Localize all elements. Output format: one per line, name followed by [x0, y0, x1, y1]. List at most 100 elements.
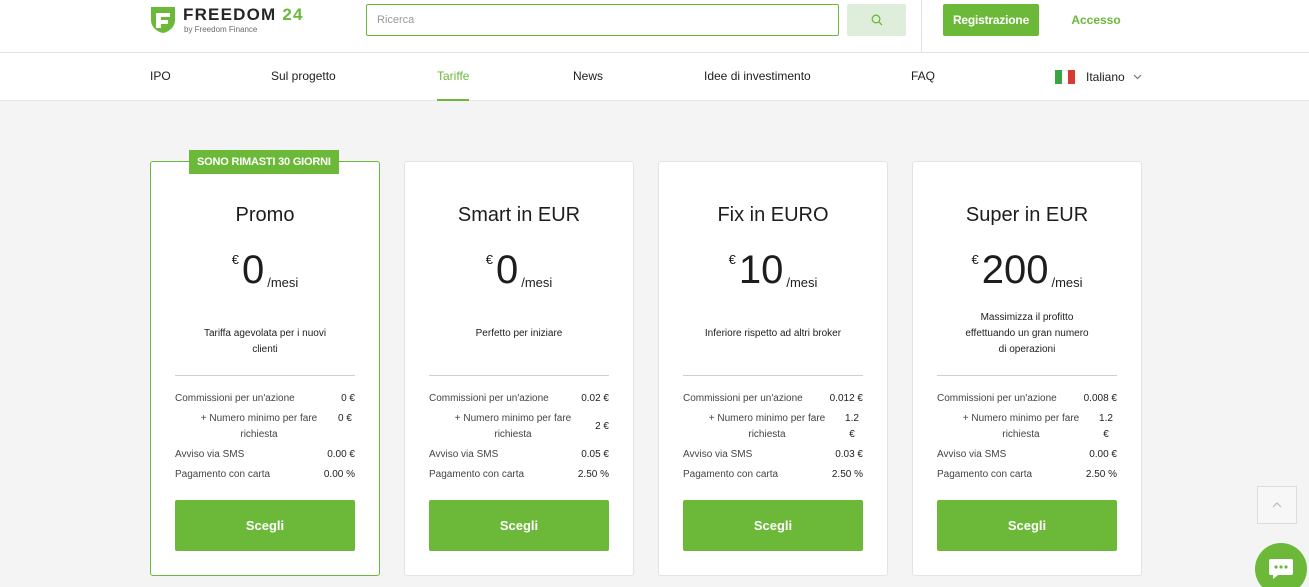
search-input[interactable]	[366, 4, 839, 36]
price-currency: €	[231, 252, 239, 267]
fee-label: + Numero minimo per fare richiesta	[708, 413, 826, 440]
divider	[683, 375, 863, 376]
nav-item-tariffe[interactable]: Tariffe	[437, 53, 470, 101]
price-period: /mesi	[1051, 275, 1083, 290]
plan-fees: Commissioni per un'azione 0.008 € + Numer…	[937, 391, 1117, 487]
plan-card-smart: Smart in EUR € 0 /mesi Perfetto per iniz…	[404, 161, 634, 576]
price-period: /mesi	[267, 275, 299, 290]
promo-badge: SONO RIMASTI 30 GIORNI	[189, 150, 339, 174]
fee-value: 0.05 €	[581, 449, 609, 460]
fee-row: Pagamento con carta 2.50 %	[429, 467, 609, 483]
plan-description: Inferiore rispetto ad altri broker	[704, 328, 842, 339]
scroll-to-top-button[interactable]	[1257, 486, 1297, 524]
fee-value: 0 €	[341, 393, 355, 404]
fee-row: Avviso via SMS 0.00 €	[937, 447, 1117, 463]
divider	[937, 375, 1117, 376]
fee-row: + Numero minimo per fare richiesta 1.2 €	[937, 411, 1117, 443]
language-selector[interactable]: Italiano	[1055, 53, 1142, 101]
price-period: /mesi	[786, 275, 818, 290]
fee-row: + Numero minimo per fare richiesta 2 €	[429, 411, 609, 443]
fee-value: 0.03 €	[835, 449, 863, 460]
fee-label: Pagamento con carta	[429, 469, 525, 480]
fee-row: Commissioni per un'azione 0.02 €	[429, 391, 609, 407]
fee-label: Avviso via SMS	[937, 449, 1007, 460]
nav-item-news[interactable]: News	[573, 53, 603, 101]
nav-item-faq[interactable]: FAQ	[911, 53, 935, 101]
divider	[175, 375, 355, 376]
language-label: Italiano	[1086, 70, 1125, 84]
search-button[interactable]	[847, 4, 906, 36]
fee-row: + Numero minimo per fare richiesta 0 €	[175, 411, 355, 443]
fee-row: + Numero minimo per fare richiesta 1.2 €	[683, 411, 863, 443]
choose-plan-button[interactable]: Scegli	[175, 500, 355, 551]
fee-row: Commissioni per un'azione 0 €	[175, 391, 355, 407]
brand-logo[interactable]: FREEDOM 24 by Freedom Finance	[150, 5, 320, 37]
plan-title: Smart in EUR	[457, 204, 581, 226]
plan-fees: Commissioni per un'azione 0.02 € + Numero…	[429, 391, 609, 487]
fee-row: Pagamento con carta 2.50 %	[683, 467, 863, 483]
register-button[interactable]: Registrazione	[943, 4, 1039, 36]
plan-fees: Commissioni per un'azione 0.012 € + Numer…	[683, 391, 863, 487]
fee-label: Pagamento con carta	[683, 469, 779, 480]
fee-value: 0.008 €	[1083, 393, 1117, 404]
login-link[interactable]: Accesso	[1062, 4, 1130, 36]
price-currency: €	[485, 252, 493, 267]
plan-description: Massimizza il profitto effettuando un gr…	[965, 312, 1089, 355]
fee-label: Commissioni per un'azione	[937, 393, 1057, 404]
plan-fees: Commissioni per un'azione 0 € + Numero mi…	[175, 391, 355, 487]
search-icon	[871, 14, 882, 26]
plan-price: € 0 /mesi	[405, 248, 633, 296]
plan-card-fix: Fix in EURO € 10 /mesi Inferiore rispett…	[658, 161, 888, 576]
price-currency: €	[728, 252, 736, 267]
nav-item-ipo[interactable]: IPO	[150, 53, 171, 101]
plan-title: Super in EUR	[965, 204, 1089, 226]
fee-value: 0.02 €	[581, 393, 609, 404]
fee-row: Avviso via SMS 0.03 €	[683, 447, 863, 463]
fee-row: Avviso via SMS 0.05 €	[429, 447, 609, 463]
main-nav: IPO Sul progetto Tariffe News Idee di in…	[0, 53, 1309, 101]
fee-label: Pagamento con carta	[175, 469, 271, 480]
fee-value: 1.2 €	[1099, 413, 1113, 440]
price-amount: 200	[981, 248, 1049, 292]
chat-bubble-icon	[1269, 559, 1293, 579]
plan-title: Fix in EURO	[717, 204, 829, 226]
choose-plan-button[interactable]: Scegli	[683, 500, 863, 551]
fee-value: 2.50 %	[831, 469, 863, 480]
fee-label: Avviso via SMS	[429, 449, 499, 460]
price-amount: 0	[495, 248, 519, 292]
price-period: /mesi	[521, 275, 553, 290]
chat-button[interactable]	[1255, 543, 1307, 587]
fee-label: + Numero minimo per fare richiesta	[454, 413, 572, 440]
top-header: FREEDOM 24 by Freedom Finance Registrazi…	[0, 0, 1309, 53]
fee-label: Avviso via SMS	[683, 449, 753, 460]
fee-value: 1.2 €	[845, 413, 859, 440]
fee-row: Commissioni per un'azione 0.012 €	[683, 391, 863, 407]
nav-item-sul-progetto[interactable]: Sul progetto	[271, 53, 336, 101]
fee-value: 0 €	[338, 413, 352, 424]
fee-value: 0.012 €	[829, 393, 863, 404]
italy-flag-icon	[1055, 70, 1076, 84]
fee-row: Pagamento con carta 2.50 %	[937, 467, 1117, 483]
fee-value: 2 €	[595, 421, 609, 432]
price-amount: 0	[241, 248, 265, 292]
fee-value: 0.00 %	[323, 469, 355, 480]
price-amount: 10	[738, 248, 784, 292]
fee-value: 0.00 €	[1089, 449, 1117, 460]
choose-plan-button[interactable]: Scegli	[429, 500, 609, 551]
fee-row: Pagamento con carta 0.00 %	[175, 467, 355, 483]
header-divider	[921, 0, 922, 53]
fee-label: Avviso via SMS	[175, 449, 245, 460]
fee-value: 0.00 €	[327, 449, 355, 460]
fee-label: + Numero minimo per fare richiesta	[200, 413, 318, 440]
brand-tagline: by Freedom Finance	[184, 25, 258, 34]
price-currency: €	[971, 252, 979, 267]
choose-plan-button[interactable]: Scegli	[937, 500, 1117, 551]
brand-name: FREEDOM 24	[183, 5, 304, 24]
plan-card-promo: SONO RIMASTI 30 GIORNI Promo € 0 /mesi T…	[150, 150, 380, 576]
fee-label: Commissioni per un'azione	[175, 393, 295, 404]
fee-label: + Numero minimo per fare richiesta	[962, 413, 1080, 440]
fee-label: Pagamento con carta	[937, 469, 1033, 480]
plan-card-super: Super in EUR € 200 /mesi Massimizza il p…	[912, 161, 1142, 576]
plan-title: Promo	[235, 204, 295, 226]
nav-item-idee-di-investimento[interactable]: Idee di investimento	[704, 53, 811, 101]
